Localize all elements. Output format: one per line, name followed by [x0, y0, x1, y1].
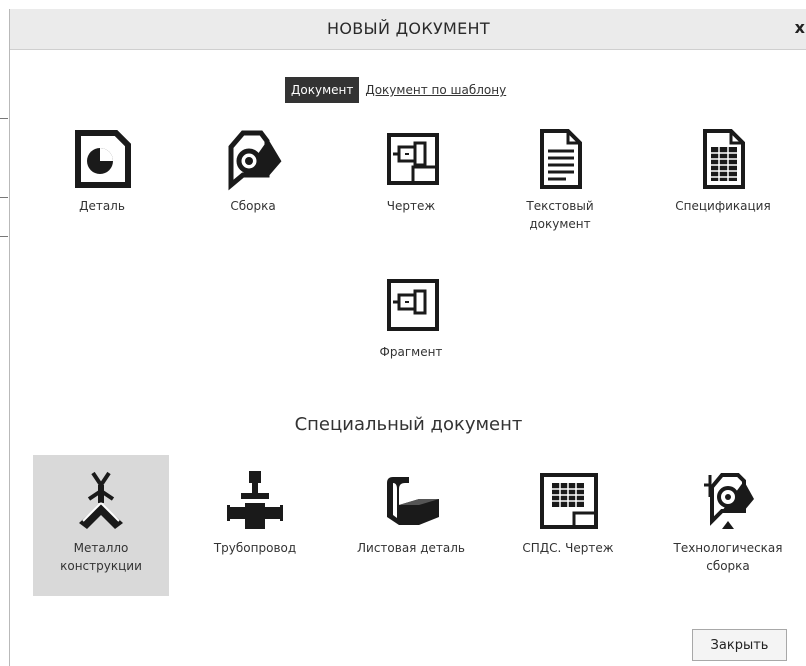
specification-icon [703, 129, 745, 189]
document-label: Сборка [230, 199, 276, 213]
special-item-technological-assembly[interactable]: Технологическая сборка [663, 469, 793, 575]
document-label: Деталь [79, 199, 125, 213]
special-item-pipeline[interactable]: Трубопровод [195, 469, 315, 557]
document-label: Спецификация [675, 199, 771, 213]
text-document-icon [540, 129, 582, 189]
tab-document[interactable]: Документ [285, 77, 360, 103]
document-item-assembly[interactable]: Сборка [193, 127, 313, 215]
document-label: Технологическая сборка [673, 541, 783, 573]
edge-mark [0, 197, 8, 198]
title-bar: НОВЫЙ ДОКУМЕНТ x [10, 9, 806, 50]
document-label: Фрагмент [379, 345, 443, 359]
technological-assembly-icon [704, 473, 754, 529]
special-item-sheet-part[interactable]: Листовая деталь [351, 469, 471, 557]
document-item-fragment[interactable]: Фрагмент [351, 273, 471, 361]
metal-structures-icon [79, 471, 123, 529]
dialog-title: НОВЫЙ ДОКУМЕНТ [327, 19, 490, 38]
document-item-specification[interactable]: Спецификация [663, 127, 783, 215]
special-section-title: Специальный документ [294, 414, 523, 435]
edge-mark [0, 236, 8, 237]
drawing-icon [387, 133, 439, 185]
document-label: Трубопровод [213, 541, 297, 555]
document-item-text-document[interactable]: Текстовый документ [500, 127, 620, 233]
special-item-spds-drawing[interactable]: СПДС. Чертеж [508, 469, 628, 557]
close-icon[interactable]: x [795, 18, 805, 37]
sheet-part-icon [387, 477, 439, 525]
document-label: СПДС. Чертеж [522, 541, 614, 555]
document-tabs: Документ Документ по шаблону [285, 77, 506, 103]
document-label: Листовая деталь [357, 541, 465, 555]
document-label: Чертеж [386, 199, 436, 213]
document-label: Металло конструкции [60, 541, 142, 573]
edge-mark [0, 118, 8, 119]
part-icon [75, 130, 131, 188]
spds-drawing-icon [540, 473, 598, 529]
document-item-part[interactable]: Деталь [42, 127, 162, 215]
pipeline-icon [227, 471, 283, 529]
assembly-icon [228, 130, 282, 191]
fragment-icon [387, 279, 439, 331]
special-item-metal-structures[interactable]: Металло конструкции [41, 469, 161, 575]
document-item-drawing[interactable]: Чертеж [351, 127, 471, 215]
tab-document-from-template[interactable]: Документ по шаблону [365, 82, 506, 98]
new-document-dialog: НОВЫЙ ДОКУМЕНТ x Документ Документ по ша… [9, 9, 806, 666]
document-label: Текстовый документ [526, 199, 594, 231]
close-button[interactable]: Закрыть [692, 629, 787, 661]
